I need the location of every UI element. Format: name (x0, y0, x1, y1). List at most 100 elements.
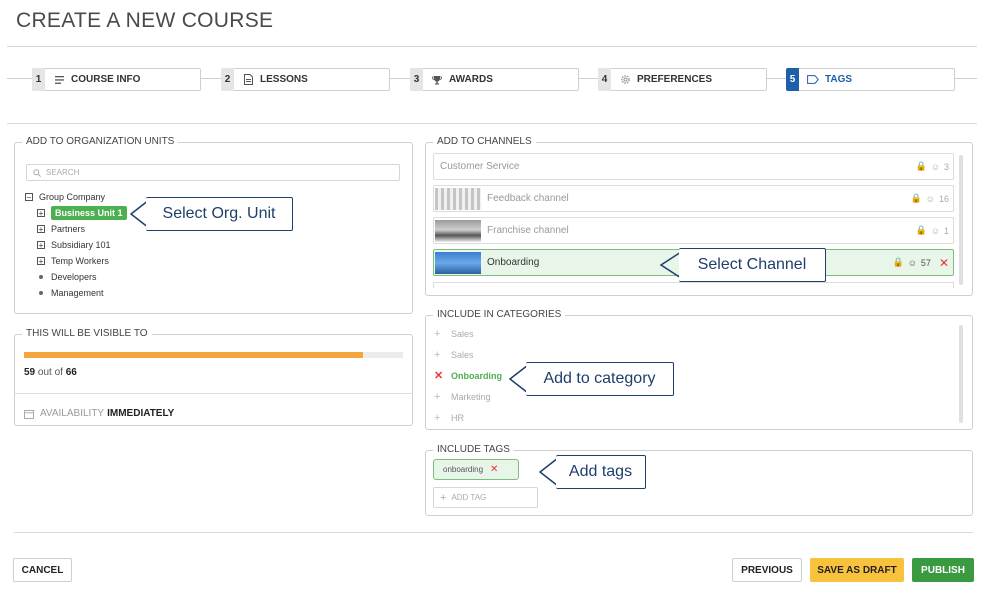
add-icon[interactable]: + (434, 328, 442, 340)
document-icon (242, 74, 254, 86)
org-units-legend: ADD TO ORGANIZATION UNITS (22, 136, 179, 147)
visibility-count: 59 out of 66 (24, 367, 77, 378)
lock-icon: 🔒 (915, 161, 927, 171)
step-preferences[interactable]: 4 PREFERENCES (598, 68, 767, 91)
channel-thumbnail (435, 187, 481, 210)
remove-icon[interactable]: ✕ (939, 256, 949, 270)
channel-name: Franchise channel (487, 225, 569, 236)
users-icon: ☺ (925, 193, 935, 204)
channel-item-feedback[interactable]: Feedback channel 🔒 ☺ 16 (433, 185, 954, 212)
callout-select-channel: Select Channel (679, 248, 826, 282)
step-awards[interactable]: 3 AWARDS (410, 68, 579, 91)
add-tag-input[interactable]: + ADD TAG (433, 487, 538, 508)
category-label: Marketing (451, 391, 491, 402)
expand-icon[interactable]: + (37, 225, 45, 233)
footer-divider (14, 532, 973, 533)
tree-item-label: Developers (51, 272, 97, 282)
search-icon (33, 168, 41, 177)
step-number: 5 (786, 68, 799, 91)
tree-item-subsidiary-101[interactable]: + Subsidiary 101 (25, 237, 205, 253)
tree-item-label: Subsidiary 101 (51, 240, 111, 250)
channel-item-partial (433, 282, 954, 288)
channel-count: 1 (943, 225, 949, 236)
list-icon (53, 74, 65, 86)
tree-item-management[interactable]: Management (25, 285, 205, 301)
previous-button[interactable]: PREVIOUS (732, 558, 802, 582)
availability-row[interactable]: AVAILABILITY IMMEDIATELY (24, 408, 174, 419)
availability-value: IMMEDIATELY (107, 408, 175, 419)
cancel-button[interactable]: CANCEL (13, 558, 72, 582)
category-label: Sales (451, 349, 474, 360)
callout-add-to-category: Add to category (526, 362, 674, 396)
tree-item-temp-workers[interactable]: + Temp Workers (25, 253, 205, 269)
users-icon: ☺ (907, 257, 917, 268)
channel-count: 16 (938, 193, 949, 204)
step-label: LESSONS (260, 74, 308, 85)
channel-name: Onboarding (487, 257, 540, 268)
step-label: TAGS (825, 74, 853, 85)
channels-scrollbar[interactable] (959, 155, 963, 285)
callout-select-org-unit: Select Org. Unit (146, 197, 293, 231)
lock-icon: 🔒 (892, 257, 904, 267)
lock-icon: 🔒 (915, 225, 927, 235)
expand-icon[interactable]: + (37, 257, 45, 265)
category-label: HR (451, 412, 464, 423)
visibility-legend: THIS WILL BE VISIBLE TO (22, 328, 152, 339)
tree-item-developers[interactable]: Developers (25, 269, 205, 285)
step-label: COURSE INFO (71, 74, 141, 85)
tag-icon (807, 74, 819, 86)
category-item-hr[interactable]: + HR (425, 407, 625, 428)
step-label: PREFERENCES (637, 74, 713, 85)
visibility-divider (14, 393, 413, 394)
gear-icon (619, 74, 631, 86)
channel-item-franchise[interactable]: Franchise channel 🔒 ☺ 1 (433, 217, 954, 244)
categories-scrollbar[interactable] (959, 325, 963, 423)
channel-thumbnail (435, 219, 481, 242)
add-icon[interactable]: + (434, 349, 442, 361)
step-number: 4 (598, 68, 611, 91)
tree-item-label: Partners (51, 224, 86, 234)
visibility-progress-fill (24, 352, 363, 358)
step-course-info[interactable]: 1 COURSE INFO (32, 68, 201, 91)
category-item-sales[interactable]: + Sales (425, 323, 625, 344)
collapse-icon[interactable]: − (25, 193, 33, 201)
org-search-input[interactable]: SEARCH (26, 164, 400, 181)
step-tags[interactable]: 5 TAGS (786, 68, 955, 91)
tag-label: onboarding (443, 465, 484, 474)
channel-count: 3 (943, 161, 949, 172)
category-label: Sales (451, 328, 474, 339)
calendar-icon (24, 409, 34, 419)
save-draft-button[interactable]: SAVE AS DRAFT (810, 558, 904, 582)
callout-add-tags: Add tags (556, 455, 646, 489)
step-number: 1 (32, 68, 45, 91)
expand-icon[interactable]: + (37, 241, 45, 249)
plus-icon: + (440, 491, 447, 504)
tags-legend: INCLUDE TAGS (433, 444, 514, 455)
remove-icon[interactable]: ✕ (490, 464, 498, 475)
channel-count: 57 (920, 257, 931, 268)
tag-chip-onboarding[interactable]: onboarding ✕ (433, 459, 519, 480)
add-icon[interactable]: + (434, 412, 442, 424)
visible-total: 66 (65, 367, 77, 378)
publish-button[interactable]: PUBLISH (912, 558, 974, 582)
category-label: Onboarding (451, 370, 502, 381)
title-divider (7, 46, 977, 47)
users-icon: ☺ (930, 225, 940, 236)
channel-name: Customer Service (440, 161, 520, 172)
step-number: 3 (410, 68, 423, 91)
add-tag-label: ADD TAG (451, 493, 487, 502)
expand-icon[interactable]: + (37, 209, 45, 217)
tree-item-label-selected: Business Unit 1 (51, 206, 127, 220)
remove-icon[interactable]: ✕ (434, 369, 443, 382)
channel-item-customer-service[interactable]: Customer Service 🔒 ☺ 3 (433, 153, 954, 180)
trophy-icon (431, 74, 443, 86)
tree-item-label: Temp Workers (51, 256, 109, 266)
step-lessons[interactable]: 2 LESSONS (221, 68, 390, 91)
visible-of: out of (37, 367, 63, 378)
step-label: AWARDS (449, 74, 493, 85)
availability-label: AVAILABILITY (40, 408, 105, 419)
channel-name: Feedback channel (487, 193, 569, 204)
add-icon[interactable]: + (434, 391, 442, 403)
categories-legend: INCLUDE IN CATEGORIES (433, 309, 566, 320)
users-icon: ☺ (930, 161, 940, 172)
